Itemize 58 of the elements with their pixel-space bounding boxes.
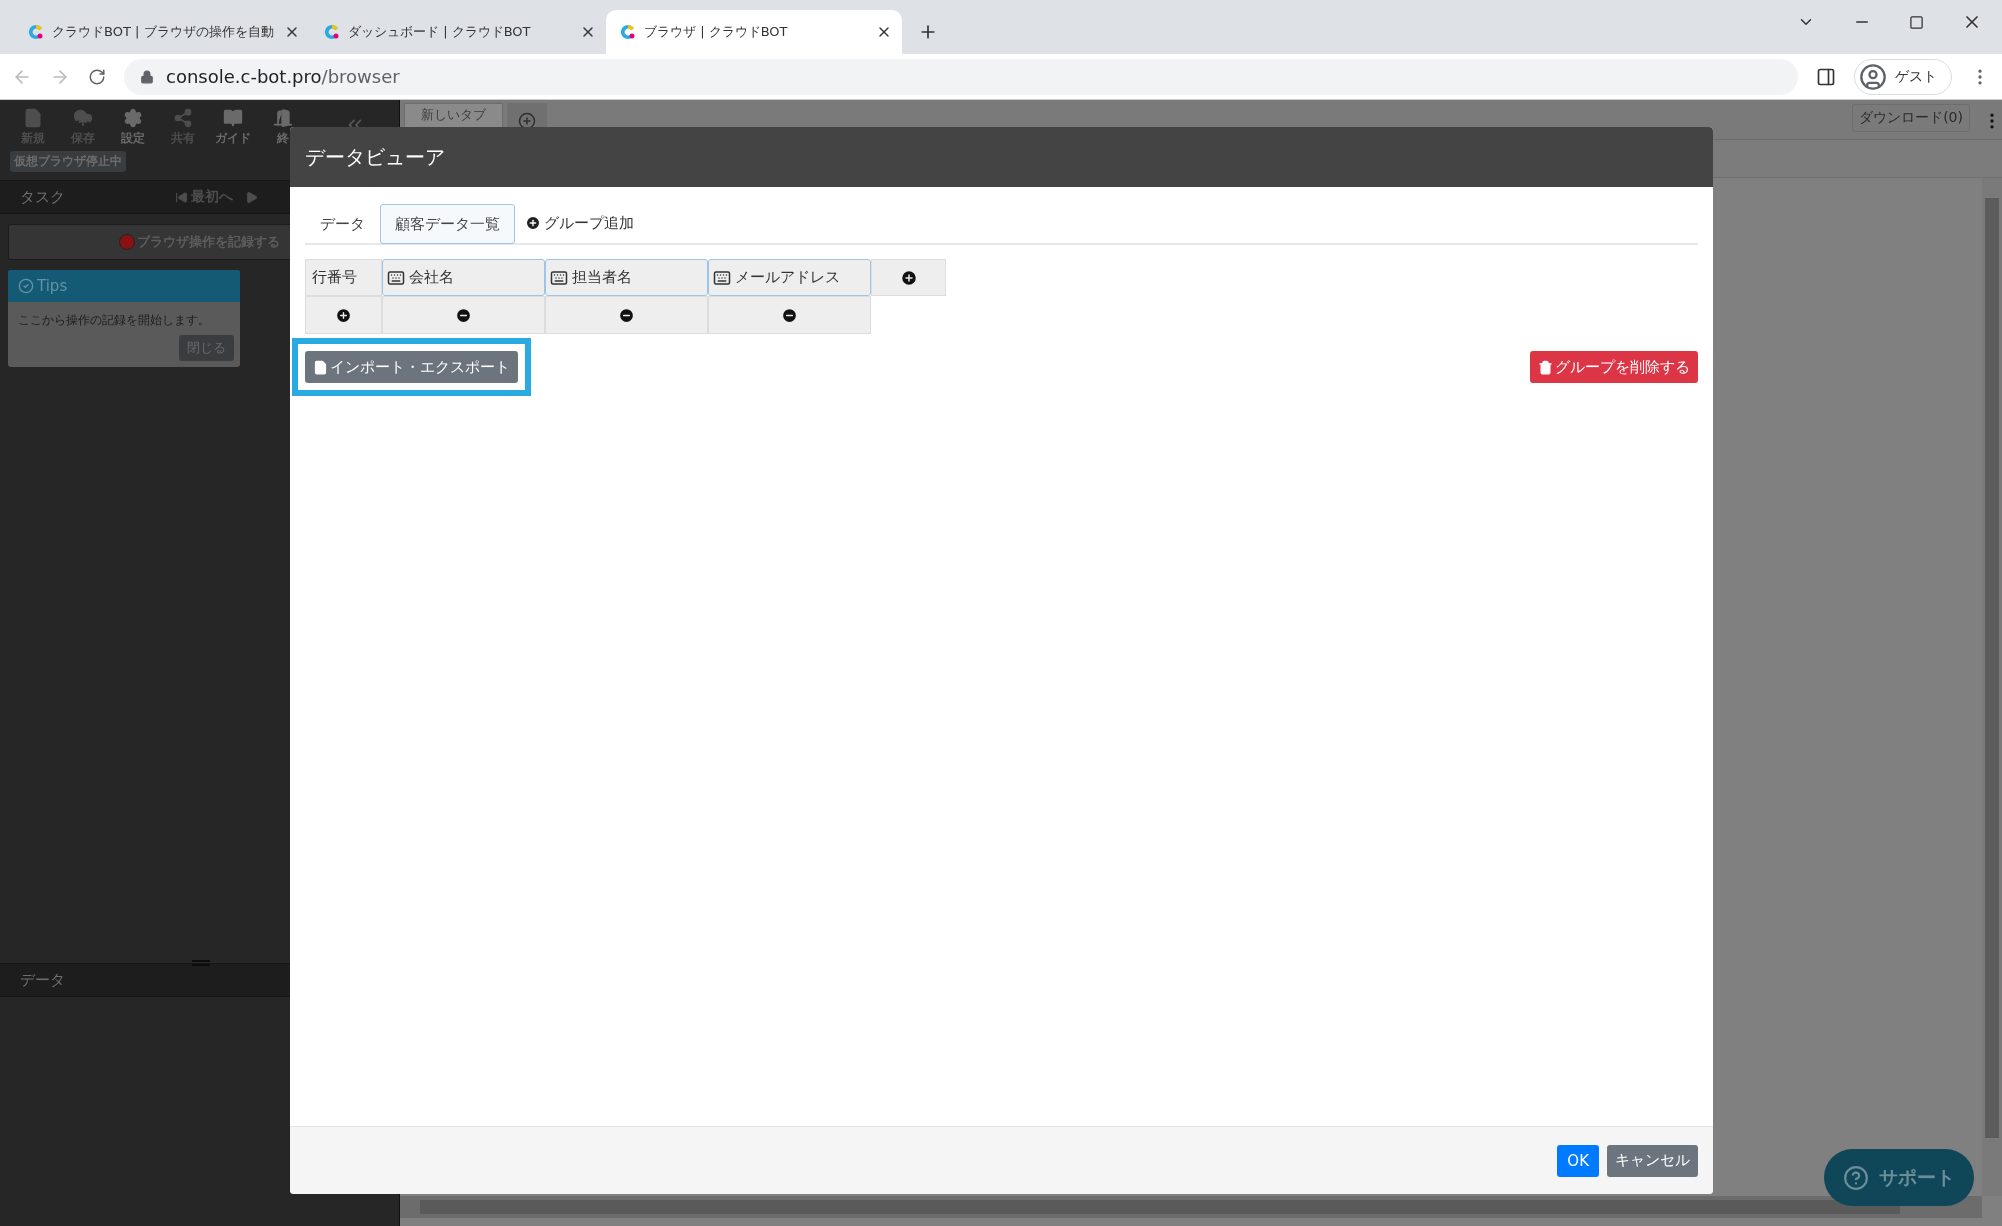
plus-icon xyxy=(518,112,536,130)
file-icon xyxy=(23,108,43,128)
panel-title: タスク xyxy=(20,187,65,207)
settings-icon xyxy=(123,108,143,128)
cloud-upload-icon xyxy=(73,108,93,128)
add-column-button[interactable] xyxy=(871,259,946,296)
reload-icon[interactable] xyxy=(88,67,106,86)
skip-back-icon xyxy=(175,190,188,204)
ok-button[interactable]: OK xyxy=(1557,1144,1599,1177)
help-icon xyxy=(1843,1164,1869,1191)
column-header[interactable]: 会社名 xyxy=(382,259,545,296)
keyboard-icon xyxy=(550,268,568,287)
file-icon xyxy=(313,359,328,375)
favicon-icon xyxy=(324,24,340,40)
minus-icon xyxy=(455,306,472,324)
vertical-scrollbar[interactable] xyxy=(1982,178,2002,1196)
keyboard-icon xyxy=(387,268,405,287)
table-header: 行番号 xyxy=(305,259,382,296)
modal-title: データビューア xyxy=(290,127,1713,187)
plus-icon xyxy=(335,306,352,324)
browser-tab[interactable]: ブラウザ | クラウドBOT xyxy=(606,10,902,54)
keyboard-icon xyxy=(713,268,731,287)
browser-tab[interactable]: クラウドBOT | ブラウザの操作を自動 xyxy=(14,10,310,54)
favicon-icon xyxy=(28,24,44,40)
toolbar-button[interactable]: 設定 xyxy=(114,108,152,147)
toolbar-button[interactable]: ガイド xyxy=(214,108,252,147)
record-dot-icon xyxy=(119,234,135,250)
maximize-icon[interactable] xyxy=(1909,14,1924,30)
import-export-button[interactable]: インポート・エクスポート xyxy=(305,351,518,383)
side-panel-icon[interactable] xyxy=(1816,66,1836,87)
book-icon xyxy=(223,108,243,128)
add-group-button[interactable]: グループ追加 xyxy=(515,203,644,243)
cancel-button[interactable]: キャンセル xyxy=(1607,1144,1698,1177)
tips-title: Tips xyxy=(8,270,240,302)
trash-icon xyxy=(1538,359,1553,375)
column-header[interactable]: 担当者名 xyxy=(545,259,708,296)
plus-icon xyxy=(899,268,918,287)
address-field[interactable]: console.c-bot.pro/browser xyxy=(124,58,1798,95)
door-icon xyxy=(273,108,293,128)
download-button[interactable]: ダウンロード(0) xyxy=(1852,103,1970,132)
column-header[interactable]: メールアドレス xyxy=(708,259,871,296)
tab[interactable]: 顧客データ一覧 xyxy=(380,204,515,244)
avatar-icon xyxy=(1859,62,1887,91)
browser-tab[interactable]: ダッシュボード | クラウドBOT xyxy=(310,10,606,54)
url-text: console.c-bot.pro/browser xyxy=(166,66,400,87)
favicon-icon xyxy=(620,24,636,40)
panel-title: データ xyxy=(20,970,65,990)
horizontal-scrollbar[interactable] xyxy=(400,1196,1982,1218)
plus-icon xyxy=(525,215,541,231)
check-icon xyxy=(18,278,34,294)
add-row-button[interactable] xyxy=(305,296,382,334)
share-icon xyxy=(173,108,193,128)
lock-icon xyxy=(140,69,154,84)
minus-icon xyxy=(781,306,798,324)
minus-icon xyxy=(618,306,635,324)
delete-group-button[interactable]: グループを削除する xyxy=(1530,351,1698,383)
resize-handle-icon[interactable] xyxy=(192,960,210,966)
support-button[interactable]: サポート xyxy=(1824,1149,1974,1206)
